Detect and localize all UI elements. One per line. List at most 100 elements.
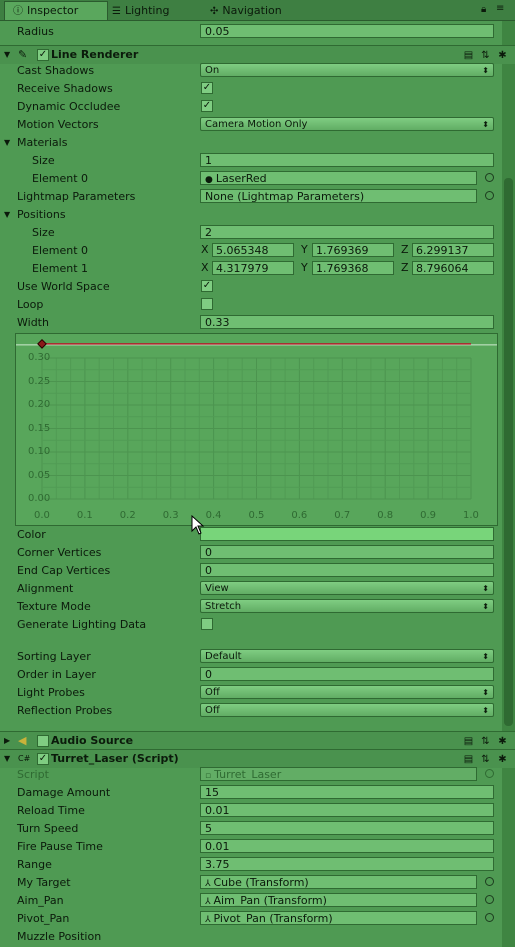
help-book-icon[interactable]: ▤ xyxy=(462,735,475,748)
loop-label: Loop xyxy=(17,298,44,311)
navigation-icon: ✣ xyxy=(210,6,219,17)
positions-size-field[interactable]: 2 xyxy=(200,225,494,239)
texture-mode-dropdown[interactable]: Stretch ⬍ xyxy=(200,599,494,613)
motion-vectors-dropdown[interactable]: Camera Motion Only ⬍ xyxy=(200,117,494,131)
cast-shadows-label: Cast Shadows xyxy=(17,64,95,77)
foldout-expanded-icon[interactable]: ▼ xyxy=(4,48,10,62)
curve-x-tick: 0.7 xyxy=(334,510,351,521)
dynamic-occludee-label: Dynamic Occludee xyxy=(17,100,121,113)
audio-source-header[interactable]: ▶ ◀ Audio Source ▤ ⇅ ✱ xyxy=(0,731,515,750)
z-field[interactable]: 6.299137 xyxy=(412,243,494,257)
dropdown-arrows-icon: ⬍ xyxy=(482,688,489,697)
end-cap-vertices-field[interactable]: 0 xyxy=(200,563,494,577)
curve-key-point[interactable] xyxy=(37,338,47,349)
scrollbar-thumb[interactable] xyxy=(504,178,513,726)
radius-field[interactable]: 0.05 xyxy=(200,24,494,38)
sorting-layer-dropdown[interactable]: Default ⬍ xyxy=(200,649,494,663)
loop-checkbox[interactable] xyxy=(201,298,213,310)
my-target-field[interactable]: ⅄ Cube (Transform) xyxy=(200,875,477,889)
settings-gear-icon[interactable]: ✱ xyxy=(496,49,509,62)
corner-vertices-row: Corner Vertices 0 xyxy=(0,544,500,562)
damage-field[interactable]: 15 xyxy=(200,785,494,799)
menu-icon[interactable]: ≡ xyxy=(496,3,504,14)
width-curve-editor[interactable]: 0.30 0.25 0.20 0.15 0.10 0.05 0.00 0.0 0.1 0.2 0.… xyxy=(15,333,498,526)
audio-source-enabled-checkbox[interactable] xyxy=(37,735,49,747)
object-picker-icon[interactable] xyxy=(485,913,494,922)
preset-icon[interactable]: ⇅ xyxy=(479,735,492,748)
use-world-space-checkbox[interactable]: ✓ xyxy=(201,280,213,292)
order-in-layer-label: Order in Layer xyxy=(17,668,96,681)
tab-navigation[interactable]: ✣ Navigation xyxy=(202,2,290,20)
curve-x-tick: 0.1 xyxy=(76,510,93,521)
preset-icon[interactable]: ⇅ xyxy=(479,753,492,766)
materials-size-field[interactable]: 1 xyxy=(200,153,494,167)
turret-laser-enabled-checkbox[interactable]: ✓ xyxy=(37,753,49,765)
width-field[interactable]: 0.33 xyxy=(200,315,494,329)
reload-field[interactable]: 0.01 xyxy=(200,803,494,817)
dropdown-arrows-icon: ⬍ xyxy=(482,706,489,715)
lighting-icon: ☰ xyxy=(112,6,121,17)
order-in-layer-field[interactable]: 0 xyxy=(200,667,494,681)
generate-lighting-row: Generate Lighting Data xyxy=(0,616,500,634)
script-field: ▫ Turret_Laser xyxy=(200,767,477,781)
reflection-probes-dropdown[interactable]: Off ⬍ xyxy=(200,703,494,717)
range-field[interactable]: 3.75 xyxy=(200,857,494,871)
tab-lighting[interactable]: ☰ Lighting xyxy=(104,2,177,20)
corner-vertices-field[interactable]: 0 xyxy=(200,545,494,559)
my-target-label: My Target xyxy=(17,876,71,889)
object-picker-icon[interactable] xyxy=(485,173,494,182)
alignment-dropdown[interactable]: View ⬍ xyxy=(200,581,494,595)
cast-shadows-dropdown[interactable]: On ⬍ xyxy=(200,63,494,77)
positions-foldout[interactable]: ▼ Positions xyxy=(0,206,500,224)
materials-foldout[interactable]: ▼ Materials xyxy=(0,134,500,152)
material-object-field[interactable]: ● LaserRed xyxy=(200,171,477,185)
turn-speed-field[interactable]: 5 xyxy=(200,821,494,835)
reflection-probes-row: Reflection Probes Off ⬍ xyxy=(0,702,500,720)
z-field[interactable]: 8.796064 xyxy=(412,261,494,275)
settings-gear-icon[interactable]: ✱ xyxy=(496,735,509,748)
transform-icon: ⅄ xyxy=(205,879,211,889)
pivot-pan-field[interactable]: ⅄ Pivot_Pan (Transform) xyxy=(200,911,477,925)
object-picker-icon[interactable] xyxy=(485,877,494,886)
tab-inspector[interactable]: ⓘ Inspector xyxy=(4,1,108,20)
preset-icon[interactable]: ⇅ xyxy=(479,49,492,62)
line-renderer-enabled-checkbox[interactable]: ✓ xyxy=(37,49,49,61)
help-book-icon[interactable]: ▤ xyxy=(462,49,475,62)
dropdown-arrows-icon: ⬍ xyxy=(482,120,489,129)
positions-size-label: Size xyxy=(32,226,55,239)
color-label: Color xyxy=(17,528,46,541)
x-field[interactable]: 5.065348 xyxy=(212,243,294,257)
x-field[interactable]: 4.317979 xyxy=(212,261,294,275)
lightmap-field[interactable]: None (Lightmap Parameters) xyxy=(200,189,477,203)
lock-icon[interactable]: 🔒︎ xyxy=(481,4,486,15)
curve-y-tick: 0.25 xyxy=(28,375,51,387)
alignment-value: View xyxy=(205,583,229,594)
receive-shadows-label: Receive Shadows xyxy=(17,82,113,95)
position-element-row: Element 0 X 5.065348 Y 1.769369 Z 6.2991… xyxy=(0,242,500,260)
color-swatch[interactable] xyxy=(200,527,494,541)
alignment-row: Alignment View ⬍ xyxy=(0,580,500,598)
receive-shadows-checkbox[interactable]: ✓ xyxy=(201,82,213,94)
y-field[interactable]: 1.769368 xyxy=(312,261,394,275)
aim-pan-field[interactable]: ⅄ Aim_Pan (Transform) xyxy=(200,893,477,907)
generate-lighting-checkbox[interactable] xyxy=(201,618,213,630)
fire-pause-field[interactable]: 0.01 xyxy=(200,839,494,853)
curve-y-tick: 0.00 xyxy=(28,493,51,504)
materials-size-label: Size xyxy=(32,154,55,167)
my-target-row: My Target ⅄ Cube (Transform) xyxy=(0,874,500,892)
foldout-expanded-icon[interactable]: ▼ xyxy=(4,136,10,150)
object-picker-icon[interactable] xyxy=(485,191,494,200)
object-picker-icon[interactable] xyxy=(485,895,494,904)
reflection-probes-value: Off xyxy=(205,705,220,716)
foldout-collapsed-icon[interactable]: ▶ xyxy=(4,734,10,748)
dynamic-occludee-checkbox[interactable]: ✓ xyxy=(201,100,213,112)
foldout-expanded-icon[interactable]: ▼ xyxy=(4,752,10,766)
light-probes-dropdown[interactable]: Off ⬍ xyxy=(200,685,494,699)
help-book-icon[interactable]: ▤ xyxy=(462,753,475,766)
damage-row: Damage Amount 15 xyxy=(0,784,500,802)
foldout-expanded-icon[interactable]: ▼ xyxy=(4,208,10,222)
curve-x-tick: 0.9 xyxy=(420,510,436,521)
settings-gear-icon[interactable]: ✱ xyxy=(496,753,509,766)
y-field[interactable]: 1.769369 xyxy=(312,243,394,257)
sorting-layer-value: Default xyxy=(205,651,242,662)
